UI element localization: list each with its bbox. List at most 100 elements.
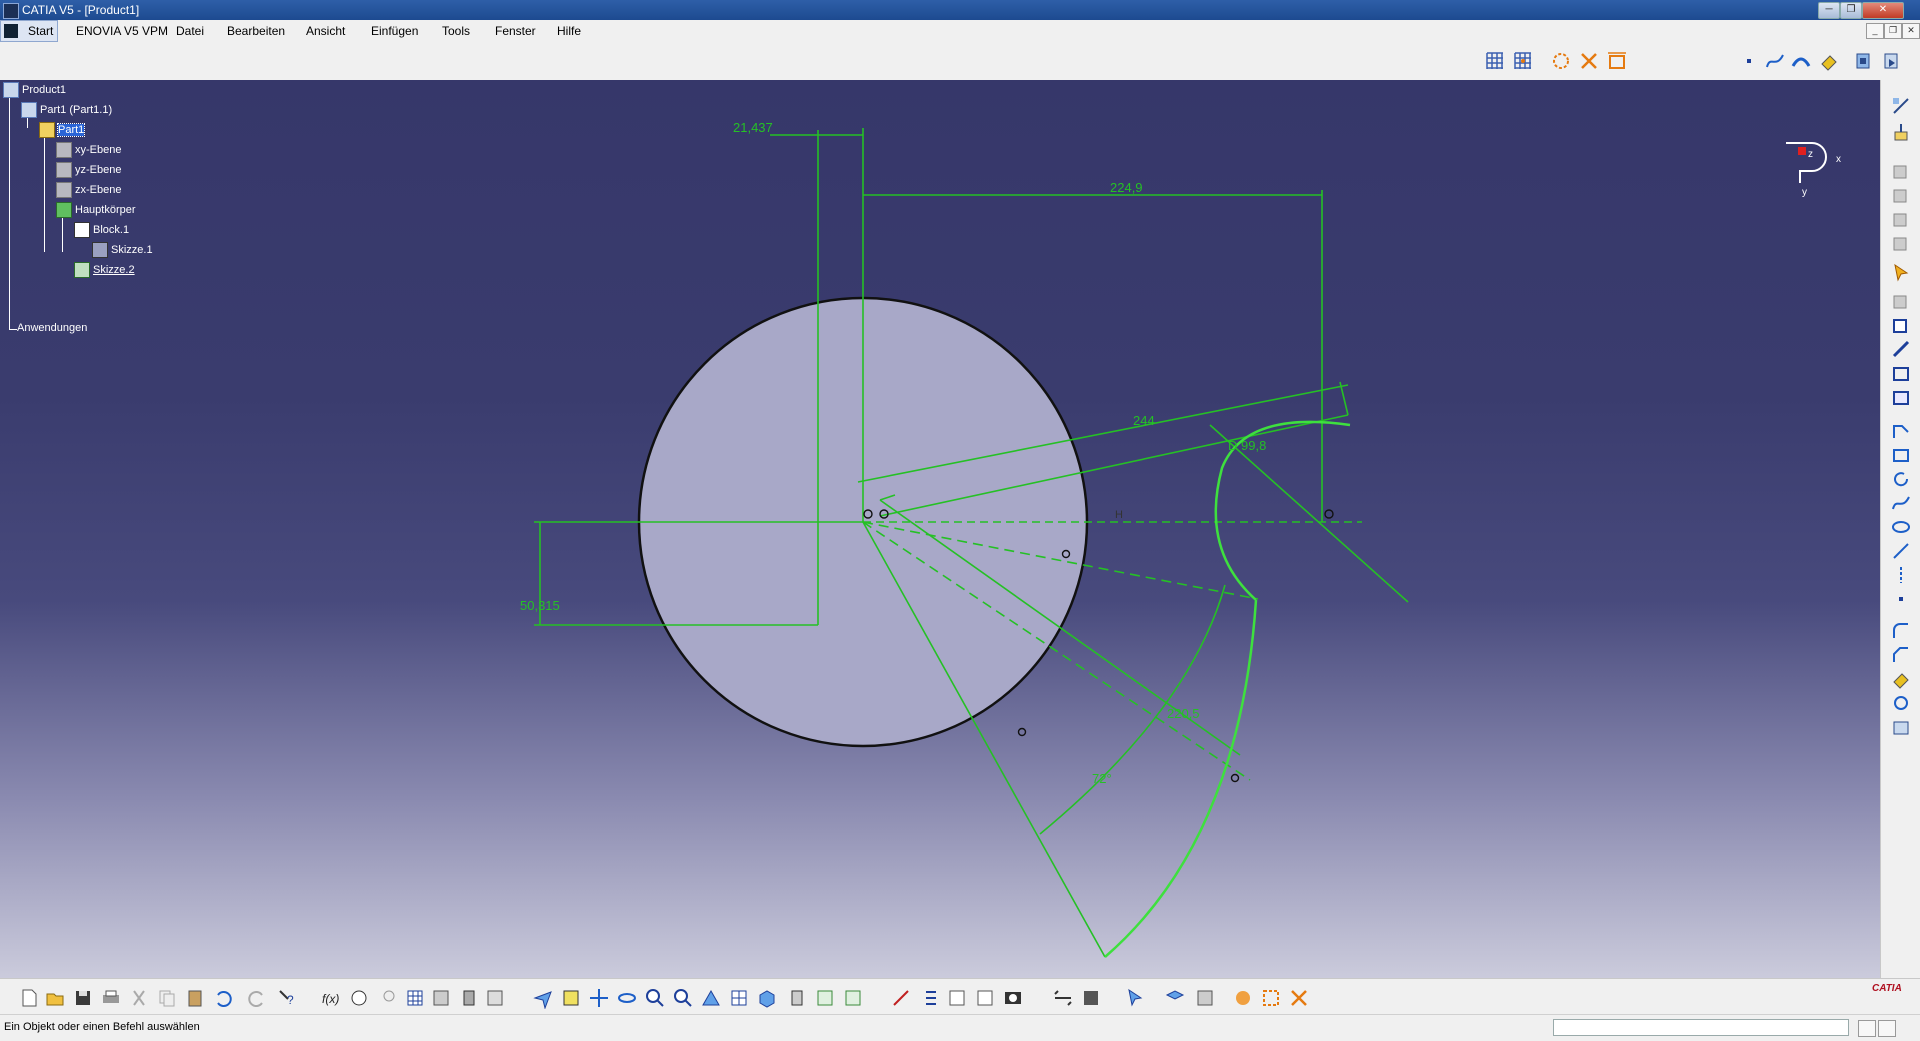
constraint-analysis-icon[interactable] bbox=[1288, 987, 1310, 1009]
exit-sketch-icon[interactable] bbox=[1890, 122, 1912, 144]
exit-workbench-icon[interactable] bbox=[1852, 50, 1874, 72]
menu-ansicht[interactable]: Ansicht bbox=[306, 24, 345, 38]
tree-node-product1[interactable]: Product1 bbox=[3, 82, 66, 98]
operation-icon[interactable] bbox=[1890, 290, 1912, 312]
graph-icon[interactable] bbox=[974, 987, 996, 1009]
arc-center-point[interactable] bbox=[1324, 509, 1334, 519]
menu-enovia[interactable]: ENOVIA V5 VPM bbox=[76, 24, 168, 38]
iso-view-icon[interactable] bbox=[756, 987, 778, 1009]
menu-hilfe[interactable]: Hilfe bbox=[557, 24, 581, 38]
tree-node-yz-plane[interactable]: yz-Ebene bbox=[56, 162, 121, 178]
eraser-icon[interactable] bbox=[1818, 50, 1840, 72]
dim-21437-label[interactable]: 21,437 bbox=[733, 120, 773, 135]
whats-this-icon[interactable]: ? bbox=[276, 987, 298, 1009]
list-icon[interactable] bbox=[918, 987, 940, 1009]
groove-tool-icon[interactable] bbox=[1890, 232, 1912, 254]
measure-icon[interactable] bbox=[890, 987, 912, 1009]
circle-arc-icon[interactable] bbox=[1890, 468, 1912, 490]
analysis-icon[interactable] bbox=[1232, 987, 1254, 1009]
3d-viewport[interactable]: H 21,437 224,9 244 D 99,8 50,315 220,5 7… bbox=[0, 80, 1880, 978]
tree-node-sketch2[interactable]: Skizze.2 bbox=[74, 262, 135, 278]
mdi-close-button[interactable]: ✕ bbox=[1902, 23, 1920, 39]
3d-view-icon[interactable] bbox=[1880, 50, 1902, 72]
tree-node-sketch1[interactable]: Skizze.1 bbox=[92, 242, 153, 258]
swap-space-icon[interactable] bbox=[842, 987, 864, 1009]
pocket-tool-icon[interactable] bbox=[1890, 184, 1912, 206]
restore-button[interactable]: ❐ bbox=[1840, 2, 1862, 19]
profile-icon[interactable] bbox=[1890, 314, 1912, 336]
multi-view-icon[interactable] bbox=[728, 987, 750, 1009]
selection-icon[interactable] bbox=[1124, 987, 1146, 1009]
arc-icon[interactable] bbox=[1790, 50, 1812, 72]
point-tool-icon[interactable] bbox=[1890, 588, 1912, 610]
tools-icon[interactable] bbox=[1890, 338, 1912, 360]
project-3d-icon[interactable] bbox=[1890, 716, 1912, 738]
open-file-icon[interactable] bbox=[44, 987, 66, 1009]
zoom-in-icon[interactable] bbox=[644, 987, 666, 1009]
cut-icon[interactable] bbox=[128, 987, 150, 1009]
rotate-icon[interactable] bbox=[616, 987, 638, 1009]
zoom-out-icon[interactable] bbox=[672, 987, 694, 1009]
dim-2205-label[interactable]: 220,5 bbox=[1167, 706, 1200, 721]
chamfer-icon[interactable] bbox=[1890, 644, 1912, 666]
normal-view-icon[interactable] bbox=[700, 987, 722, 1009]
save-icon[interactable] bbox=[72, 987, 94, 1009]
mirror-icon[interactable] bbox=[1890, 692, 1912, 714]
print-icon[interactable] bbox=[100, 987, 122, 1009]
construction-element-icon[interactable] bbox=[1550, 50, 1572, 72]
rectangle-icon[interactable] bbox=[1890, 444, 1912, 466]
pad-tool-icon[interactable] bbox=[1890, 160, 1912, 182]
status-button-2[interactable] bbox=[1878, 1020, 1896, 1037]
shaft-tool-icon[interactable] bbox=[1890, 208, 1912, 230]
tree-node-part1[interactable]: Part1 bbox=[39, 122, 86, 138]
point-icon[interactable] bbox=[1738, 50, 1760, 72]
grid-icon[interactable] bbox=[1484, 50, 1506, 72]
mdi-restore-button[interactable]: ❐ bbox=[1884, 23, 1902, 39]
arrange-icon[interactable] bbox=[1052, 987, 1074, 1009]
tree-node-xy-plane[interactable]: xy-Ebene bbox=[56, 142, 121, 158]
dim-2249-label[interactable]: 224,9 bbox=[1110, 180, 1143, 195]
catia-app-icon[interactable] bbox=[3, 3, 19, 19]
ellipse-icon[interactable] bbox=[1890, 516, 1912, 538]
light-bulb-icon[interactable] bbox=[378, 987, 400, 1009]
knowledge-icon[interactable] bbox=[348, 987, 370, 1009]
new-file-icon[interactable] bbox=[18, 987, 40, 1009]
endpoint-point[interactable] bbox=[1230, 773, 1240, 783]
dim-arc-radius-label[interactable]: D 99,8 bbox=[1228, 438, 1266, 453]
menu-bearbeiten[interactable]: Bearbeiten bbox=[227, 24, 285, 38]
layer-icon[interactable] bbox=[1164, 987, 1186, 1009]
tree-node-applications[interactable]: Anwendungen bbox=[17, 322, 87, 334]
tangency-symbol-2[interactable] bbox=[1017, 727, 1027, 737]
design-table-icon[interactable] bbox=[458, 987, 480, 1009]
spline-icon[interactable] bbox=[1764, 50, 1786, 72]
corner-icon[interactable] bbox=[1890, 620, 1912, 642]
axis-icon[interactable] bbox=[1890, 564, 1912, 586]
copy-icon[interactable] bbox=[156, 987, 178, 1009]
constraint-icon[interactable] bbox=[1890, 362, 1912, 384]
fit-all-icon[interactable] bbox=[560, 987, 582, 1009]
law-icon[interactable] bbox=[484, 987, 506, 1009]
profile-outer-arc[interactable] bbox=[1104, 599, 1258, 958]
pan-icon[interactable] bbox=[588, 987, 610, 1009]
transformation-icon[interactable] bbox=[1260, 987, 1282, 1009]
dimensional-constraints-icon[interactable] bbox=[1606, 50, 1628, 72]
menu-start[interactable]: Start bbox=[0, 20, 58, 42]
dim-50315-label[interactable]: 50,315 bbox=[520, 598, 560, 613]
spline-tool-icon[interactable] bbox=[1890, 492, 1912, 514]
table-icon[interactable] bbox=[404, 987, 426, 1009]
paste-icon[interactable] bbox=[184, 987, 206, 1009]
minimize-button[interactable]: ─ bbox=[1818, 2, 1840, 19]
undo-icon[interactable] bbox=[212, 987, 234, 1009]
menu-fenster[interactable]: Fenster bbox=[495, 24, 536, 38]
fly-mode-icon[interactable] bbox=[532, 987, 554, 1009]
sketch-canvas[interactable]: H 21,437 224,9 244 D 99,8 50,315 220,5 7… bbox=[0, 80, 1880, 978]
menu-tools[interactable]: Tools bbox=[442, 24, 470, 38]
shading-icon[interactable] bbox=[786, 987, 808, 1009]
compass-icon[interactable]: z x y bbox=[1780, 135, 1850, 205]
geometric-constraints-icon[interactable] bbox=[1578, 50, 1600, 72]
stack-icon[interactable] bbox=[1194, 987, 1216, 1009]
snap-to-point-icon[interactable] bbox=[1512, 50, 1534, 72]
sketcher-icon[interactable] bbox=[1890, 95, 1912, 117]
menu-datei[interactable]: Datei bbox=[176, 24, 204, 38]
line-icon[interactable] bbox=[1890, 540, 1912, 562]
